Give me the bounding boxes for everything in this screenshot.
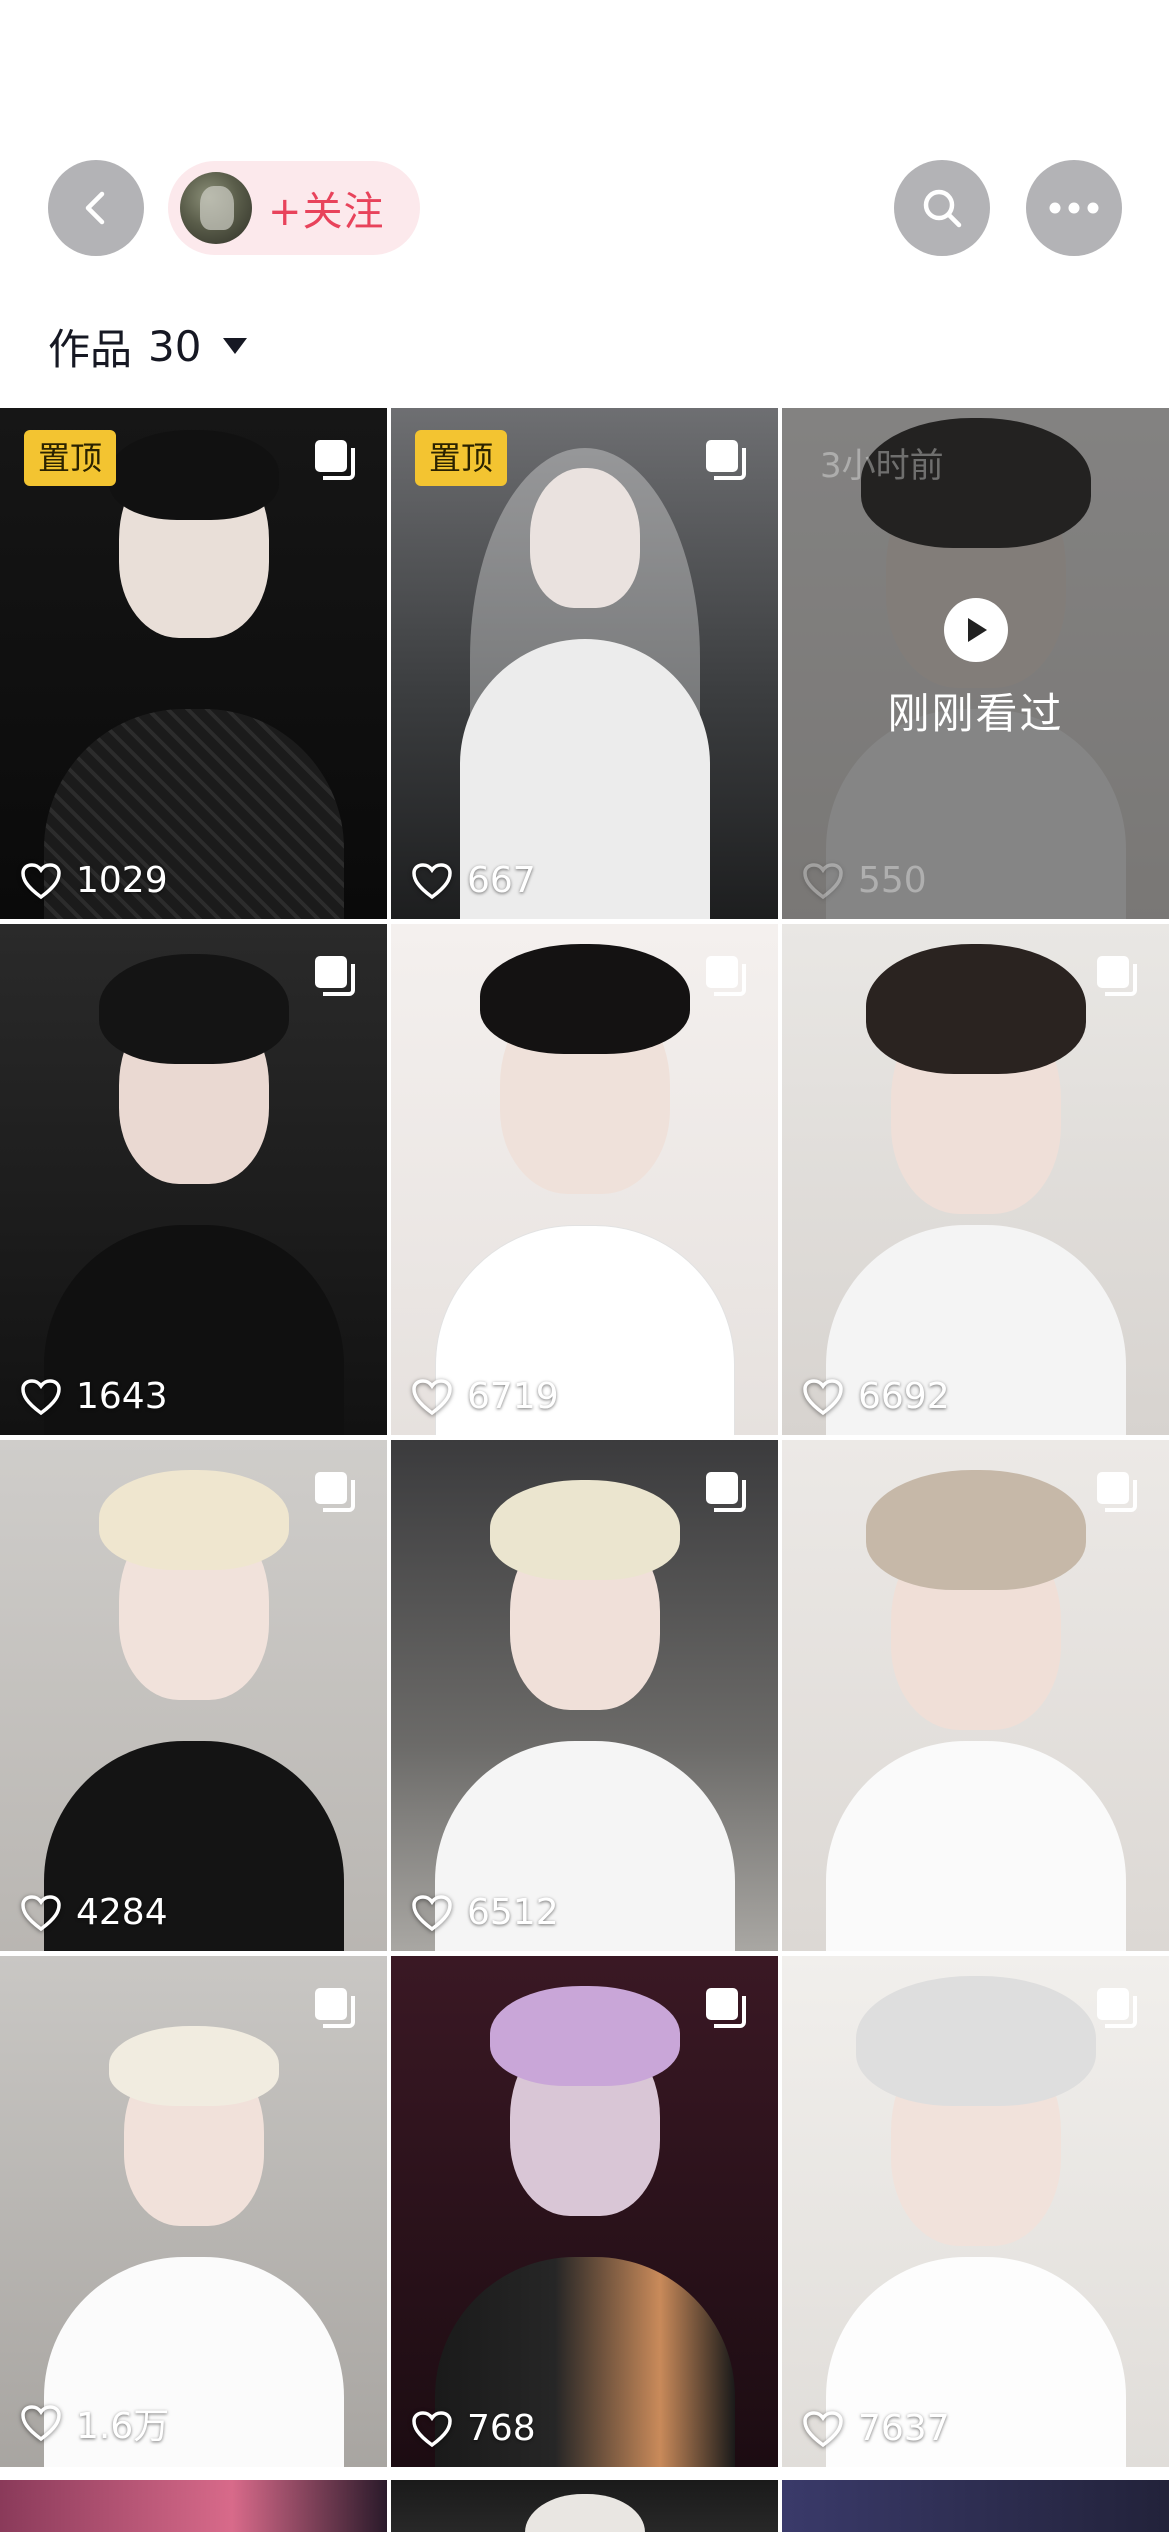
- video-thumbnail[interactable]: 1643: [0, 924, 387, 1435]
- more-dots-icon: [1049, 202, 1099, 214]
- video-thumbnail[interactable]: 4284: [0, 1440, 387, 1951]
- heart-icon: [803, 2410, 843, 2447]
- like-count: 667: [411, 860, 536, 901]
- like-count: 768: [411, 2408, 536, 2449]
- video-thumbnail[interactable]: 6512: [391, 1440, 778, 1951]
- back-chevron-icon: [85, 191, 105, 225]
- heart-icon: [412, 862, 452, 899]
- like-count: 550: [802, 860, 927, 901]
- video-thumbnail[interactable]: 6719: [391, 924, 778, 1435]
- play-button[interactable]: [944, 598, 1008, 662]
- multi-image-icon: [315, 1472, 355, 1512]
- video-thumbnail[interactable]: 768: [391, 1956, 778, 2467]
- follow-label: +关注: [268, 189, 385, 235]
- multi-image-icon: [706, 440, 746, 480]
- heart-icon: [803, 1378, 843, 1415]
- top-bar: +关注 作品 30: [0, 0, 1170, 400]
- heart-icon: [412, 1894, 452, 1931]
- like-count-value: 550: [858, 860, 927, 901]
- works-count: 30: [148, 321, 202, 371]
- like-count-value: 667: [467, 860, 536, 901]
- play-icon: [968, 618, 987, 642]
- like-count: 6512: [411, 1892, 559, 1933]
- like-count-value: 4284: [76, 1892, 168, 1933]
- multi-image-icon: [706, 956, 746, 996]
- like-count-value: 6512: [467, 1892, 559, 1933]
- time-ago: 3小时前: [820, 446, 944, 486]
- heart-icon: [21, 2405, 61, 2442]
- video-thumbnail[interactable]: 1.6万: [0, 1956, 387, 2467]
- like-count: 1643: [20, 1376, 168, 1417]
- multi-image-icon: [315, 956, 355, 996]
- video-thumbnail[interactable]: [391, 2480, 778, 2532]
- like-count: 1029: [20, 860, 168, 901]
- pinned-badge: 置顶: [24, 430, 117, 486]
- like-count: 7637: [802, 2408, 950, 2449]
- heart-icon: [21, 1894, 61, 1931]
- like-count-value: 768: [467, 2408, 536, 2449]
- video-thumbnail[interactable]: 7637: [782, 1956, 1169, 2467]
- search-button[interactable]: [894, 160, 990, 256]
- like-count-value: 1643: [76, 1376, 168, 1417]
- like-count: 6692: [802, 1376, 950, 1417]
- heart-icon: [412, 1378, 452, 1415]
- search-icon: [923, 189, 962, 228]
- heart-icon: [21, 1378, 61, 1415]
- multi-image-icon: [1097, 1988, 1137, 2028]
- multi-image-icon: [1097, 1472, 1137, 1512]
- video-thumbnail[interactable]: [0, 2480, 387, 2532]
- video-thumbnail[interactable]: 置顶 1029: [0, 408, 387, 919]
- multi-image-icon: [706, 1988, 746, 2028]
- works-filter[interactable]: 作品 30: [48, 316, 248, 376]
- like-count-value: 6719: [467, 1376, 559, 1417]
- works-label: 作品: [48, 324, 133, 374]
- heart-icon: [412, 2410, 452, 2447]
- back-button[interactable]: [48, 160, 144, 256]
- heart-icon: [803, 862, 843, 899]
- like-count-value: 1.6万: [76, 2406, 170, 2447]
- video-thumbnail[interactable]: 置顶 667: [391, 408, 778, 919]
- like-count: 6719: [411, 1376, 559, 1417]
- recently-viewed-label: 刚刚看过: [887, 689, 1064, 738]
- multi-image-icon: [706, 1472, 746, 1512]
- video-thumbnail[interactable]: [782, 1440, 1169, 1951]
- more-button[interactable]: [1026, 160, 1122, 256]
- multi-image-icon: [315, 440, 355, 480]
- pinned-badge: 置顶: [415, 430, 508, 486]
- like-count-value: 1029: [76, 860, 168, 901]
- like-count-value: 6692: [858, 1376, 950, 1417]
- multi-image-icon: [1097, 956, 1137, 996]
- like-count-value: 7637: [858, 2408, 950, 2449]
- multi-image-icon: [315, 1988, 355, 2028]
- video-thumbnail[interactable]: 3小时前 刚刚看过 550: [782, 408, 1169, 919]
- like-count: 4284: [20, 1892, 168, 1933]
- follow-button[interactable]: +关注: [168, 161, 420, 255]
- video-thumbnail[interactable]: 6692: [782, 924, 1169, 1435]
- avatar[interactable]: [180, 172, 252, 244]
- video-thumbnail[interactable]: [782, 2480, 1169, 2532]
- heart-icon: [21, 862, 61, 899]
- caret-down-icon: [223, 338, 248, 354]
- like-count: 1.6万: [20, 2397, 169, 2449]
